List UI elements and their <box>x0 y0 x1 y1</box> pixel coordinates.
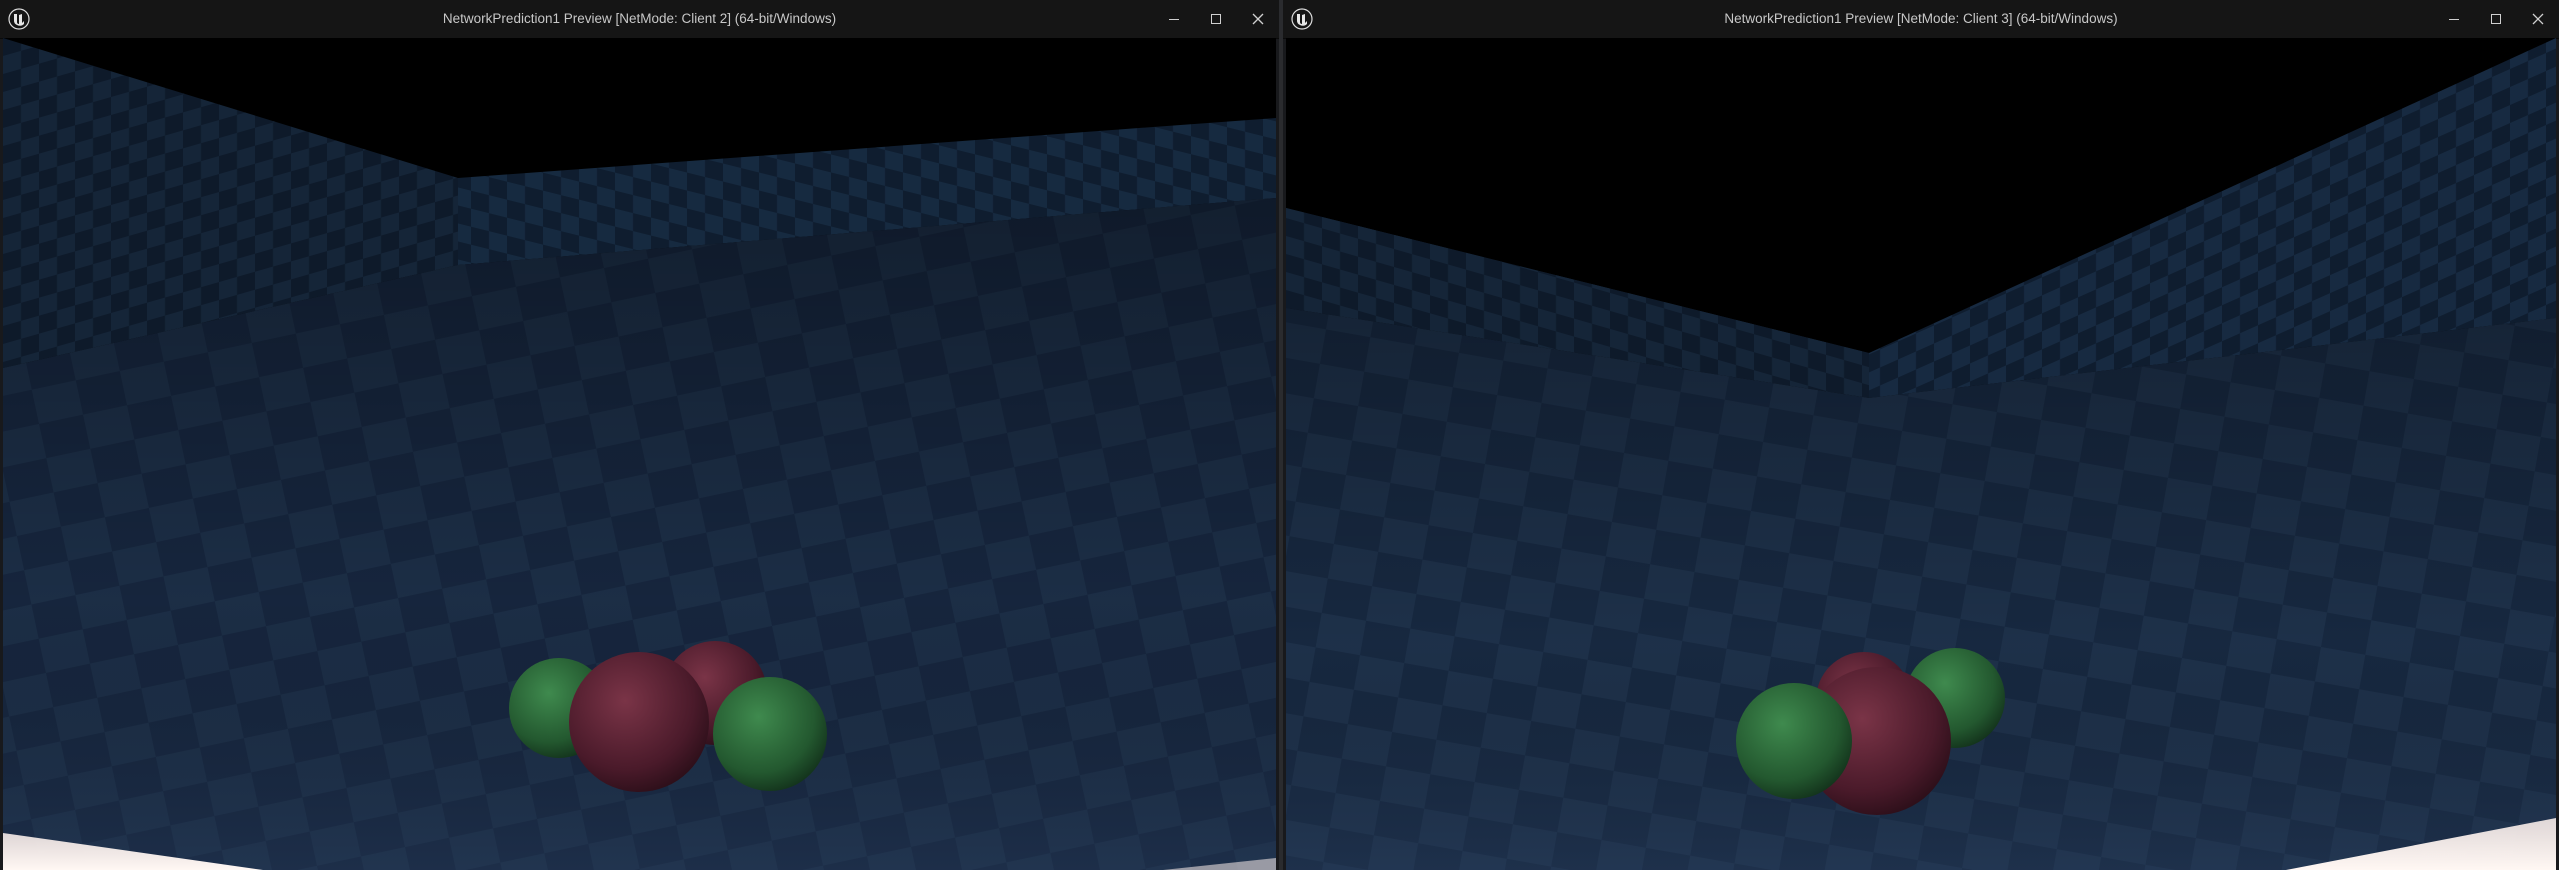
maximize-icon <box>1211 14 1221 24</box>
unreal-engine-logo-icon <box>5 5 33 33</box>
maximize-icon <box>2491 14 2501 24</box>
green-ball <box>1736 683 1852 799</box>
window-titlebar[interactable]: NetworkPrediction1 Preview [NetMode: Cli… <box>1283 0 2559 39</box>
scene-render <box>3 38 1276 870</box>
game-window-client-2[interactable]: NetworkPrediction1 Preview [NetMode: Cli… <box>0 0 1279 870</box>
window-title: NetworkPrediction1 Preview [NetMode: Cli… <box>1724 11 2118 26</box>
desktop: NetworkPrediction1 Preview [NetMode: Cli… <box>0 0 2559 870</box>
minimize-icon <box>2449 19 2459 20</box>
close-icon <box>2532 13 2544 25</box>
window-titlebar[interactable]: NetworkPrediction1 Preview [NetMode: Cli… <box>0 0 1279 39</box>
close-icon <box>1252 13 1264 25</box>
green-ball <box>713 677 827 791</box>
window-title: NetworkPrediction1 Preview [NetMode: Cli… <box>442 11 837 26</box>
scene-render <box>1286 38 2556 870</box>
window-controls <box>2433 0 2559 38</box>
red-ball <box>569 652 709 792</box>
close-button[interactable] <box>2517 0 2559 38</box>
minimize-icon <box>1169 19 1179 20</box>
maximize-button[interactable] <box>1195 0 1237 38</box>
minimize-button[interactable] <box>1153 0 1195 38</box>
game-viewport[interactable] <box>3 38 1276 870</box>
maximize-button[interactable] <box>2475 0 2517 38</box>
close-button[interactable] <box>1237 0 1279 38</box>
game-window-client-3[interactable]: NetworkPrediction1 Preview [NetMode: Cli… <box>1283 0 2559 870</box>
game-viewport[interactable] <box>1286 38 2556 870</box>
unreal-engine-logo-icon <box>1288 5 1316 33</box>
window-controls <box>1153 0 1279 38</box>
minimize-button[interactable] <box>2433 0 2475 38</box>
